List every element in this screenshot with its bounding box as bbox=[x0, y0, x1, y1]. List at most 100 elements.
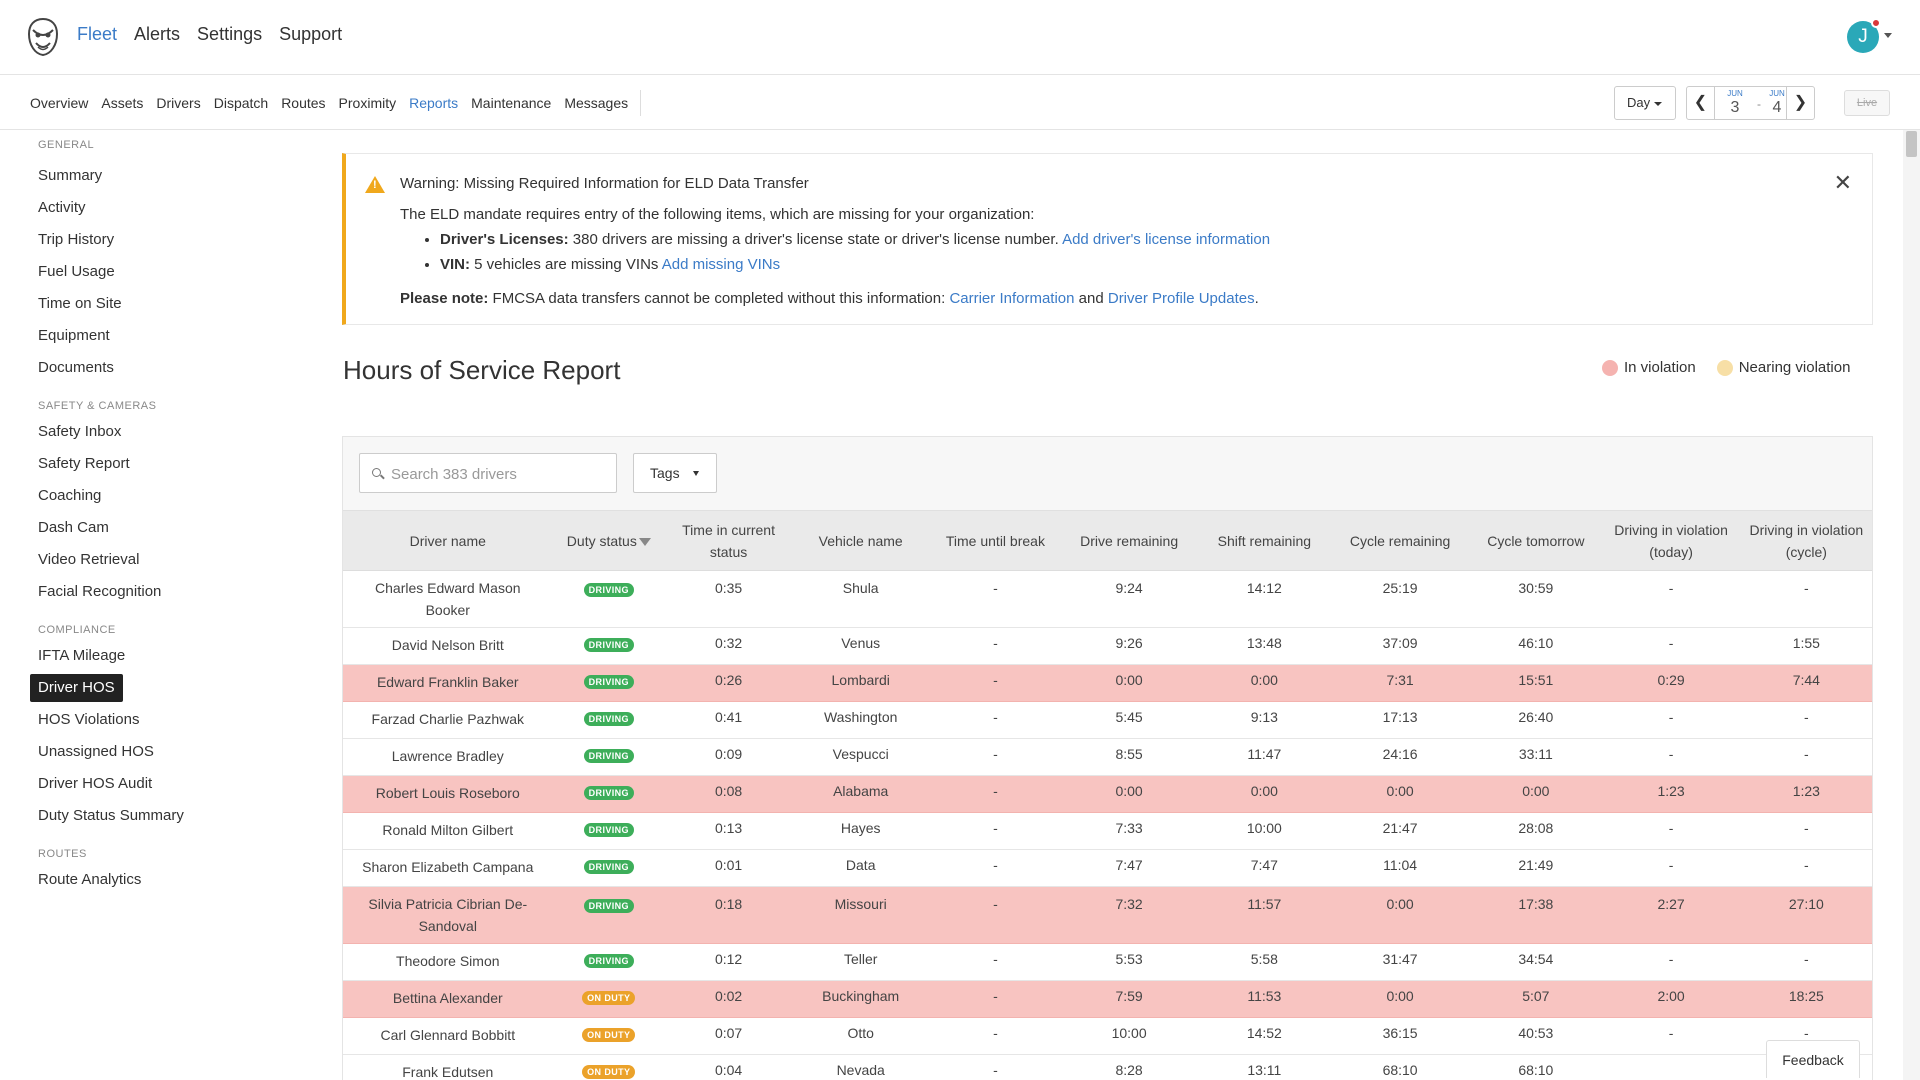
col-duty-status[interactable]: Duty status bbox=[552, 510, 666, 571]
chevron-right-icon[interactable]: ❯ bbox=[1786, 87, 1814, 119]
close-icon[interactable]: ✕ bbox=[1834, 172, 1852, 194]
sidebar-item-ifta-mileage[interactable]: IFTA Mileage bbox=[30, 640, 310, 672]
subnav-dispatch[interactable]: Dispatch bbox=[214, 95, 268, 111]
chevron-down-icon[interactable] bbox=[1884, 33, 1892, 38]
col-shift-remaining[interactable]: Shift remaining bbox=[1196, 510, 1332, 571]
subnav-overview[interactable]: Overview bbox=[30, 95, 88, 111]
sidebar-item-facial-recognition[interactable]: Facial Recognition bbox=[30, 576, 310, 608]
table-row[interactable]: Lawrence Bradley DRIVING 0:09 Vespucci -8:55… bbox=[343, 738, 1872, 776]
col-drive-remaining[interactable]: Drive remaining bbox=[1061, 510, 1197, 571]
sidebar-item-hos-violations[interactable]: HOS Violations bbox=[30, 704, 310, 736]
sidebar-item-time-on-site[interactable]: Time on Site bbox=[30, 288, 310, 320]
sidebar-item-activity[interactable]: Activity bbox=[30, 192, 310, 224]
cycle-remaining-cell: 0:00 bbox=[1331, 775, 1469, 813]
table-row[interactable]: Robert Louis Roseboro DRIVING 0:08 Alabama -… bbox=[343, 775, 1872, 813]
sidebar-item-safety-report[interactable]: Safety Report bbox=[30, 448, 310, 480]
driver-profile-link[interactable]: Driver Profile Updates bbox=[1108, 290, 1255, 307]
nav-settings[interactable]: Settings bbox=[197, 24, 262, 45]
col-vehicle-name[interactable]: Vehicle name bbox=[792, 510, 930, 571]
sidebar-item-duty-status-summary[interactable]: Duty Status Summary bbox=[30, 800, 310, 832]
sidebar-item-dash-cam[interactable]: Dash Cam bbox=[30, 512, 310, 544]
cycle-remaining-cell: 24:16 bbox=[1331, 738, 1469, 776]
col-time-until-break[interactable]: Time until break bbox=[929, 510, 1062, 571]
sidebar-item-equipment[interactable]: Equipment bbox=[30, 320, 310, 352]
live-button[interactable]: Live bbox=[1844, 90, 1890, 116]
vehicle-name-cell: Vespucci bbox=[792, 738, 930, 776]
sidebar-item-coaching[interactable]: Coaching bbox=[30, 480, 310, 512]
violation-cycle-cell: - bbox=[1738, 943, 1872, 981]
table-row[interactable]: Charles Edward Mason Booker DRIVING 0:35 Sh… bbox=[343, 570, 1872, 628]
subnav-assets[interactable]: Assets bbox=[101, 95, 143, 111]
date-from[interactable]: JUN 3 bbox=[1721, 89, 1749, 117]
sidebar-item-driver-hos[interactable]: Driver HOS bbox=[30, 674, 123, 702]
add-license-link[interactable]: Add driver's license information bbox=[1062, 231, 1270, 248]
table-row[interactable]: Frank Edutsen ON DUTY 0:04 Nevada -8:28 13:11… bbox=[343, 1054, 1872, 1080]
nav-support[interactable]: Support bbox=[279, 24, 342, 45]
subnav-proximity[interactable]: Proximity bbox=[339, 95, 397, 111]
sidebar-item-trip-history[interactable]: Trip History bbox=[30, 224, 310, 256]
sidebar-item-unassigned-hos[interactable]: Unassigned HOS bbox=[30, 736, 310, 768]
table-row[interactable]: Farzad Charlie Pazhwak DRIVING 0:41 Washing… bbox=[343, 701, 1872, 739]
driver-name-cell: Robert Louis Roseboro bbox=[343, 775, 553, 813]
sidebar-item-driver-hos-audit[interactable]: Driver HOS Audit bbox=[30, 768, 310, 800]
col-cycle-remaining[interactable]: Cycle remaining bbox=[1331, 510, 1469, 571]
search-input[interactable] bbox=[391, 463, 611, 485]
legend-nearing-violation: Nearing violation bbox=[1716, 359, 1850, 376]
sidebar-item-fuel-usage[interactable]: Fuel Usage bbox=[30, 256, 310, 288]
chevron-left-icon[interactable]: ❮ bbox=[1687, 87, 1715, 119]
table-row[interactable]: Silvia Patricia Cibrian De-Sandoval DRIVI… bbox=[343, 886, 1872, 944]
carrier-info-link[interactable]: Carrier Information bbox=[949, 290, 1074, 307]
tags-dropdown[interactable]: Tags bbox=[633, 453, 717, 493]
page-scrollbar[interactable] bbox=[1903, 130, 1920, 1080]
subnav-maintenance[interactable]: Maintenance bbox=[471, 95, 551, 111]
note-text: FMCSA data transfers cannot be completed… bbox=[488, 290, 950, 307]
note-and: and bbox=[1074, 290, 1108, 307]
caret-down-icon bbox=[1654, 101, 1663, 106]
table-row[interactable]: Theodore Simon DRIVING 0:12 Teller -5:53 5:58… bbox=[343, 943, 1872, 981]
drive-remaining-cell: 8:55 bbox=[1061, 738, 1197, 776]
cycle-tomorrow-cell: 30:59 bbox=[1468, 570, 1604, 628]
subnav-messages[interactable]: Messages bbox=[564, 95, 628, 111]
sidebar-item-route-analytics[interactable]: Route Analytics bbox=[30, 864, 310, 896]
table-row[interactable]: Sharon Elizabeth Campana DRIVING 0:01 Data -… bbox=[343, 849, 1872, 887]
sidebar-section-title: ROUTES bbox=[38, 848, 87, 860]
subnav-drivers[interactable]: Drivers bbox=[156, 95, 200, 111]
col-time-in-status[interactable]: Time in current status bbox=[665, 510, 793, 571]
cycle-tomorrow-cell: 21:49 bbox=[1468, 849, 1604, 887]
col-driver-name[interactable]: Driver name bbox=[343, 510, 553, 571]
table-row[interactable]: Edward Franklin Baker DRIVING 0:26 Lombardi… bbox=[343, 664, 1872, 702]
sidebar-item-documents[interactable]: Documents bbox=[30, 352, 310, 384]
scrollbar-thumb[interactable] bbox=[1906, 131, 1917, 157]
sort-down-icon[interactable] bbox=[638, 537, 651, 546]
table-row[interactable]: David Nelson Britt DRIVING 0:32 Venus -9:26 1… bbox=[343, 627, 1872, 665]
table-row[interactable]: Ronald Milton Gilbert DRIVING 0:13 Hayes -7:… bbox=[343, 812, 1872, 850]
sidebar-item-video-retrieval[interactable]: Video Retrieval bbox=[30, 544, 310, 576]
duty-status-cell: DRIVING bbox=[552, 886, 666, 944]
driver-search bbox=[359, 453, 617, 493]
main-nav: Fleet Alerts Settings Support bbox=[77, 24, 359, 45]
col-cycle-tomorrow[interactable]: Cycle tomorrow bbox=[1468, 510, 1604, 571]
col-violation-today[interactable]: Driving in violation (today) bbox=[1603, 510, 1739, 571]
cycle-tomorrow-cell: 17:38 bbox=[1468, 886, 1604, 944]
violation-cycle-cell: - bbox=[1738, 812, 1872, 850]
subnav-routes[interactable]: Routes bbox=[281, 95, 325, 111]
sidebar-item-summary[interactable]: Summary bbox=[30, 160, 310, 192]
violation-cycle-cell: - bbox=[1738, 738, 1872, 776]
duty-status-cell: DRIVING bbox=[552, 812, 666, 850]
col-violation-cycle[interactable]: Driving in violation (cycle) bbox=[1738, 510, 1872, 571]
table-row[interactable]: Bettina Alexander ON DUTY 0:02 Buckingham -7… bbox=[343, 980, 1872, 1018]
nav-fleet[interactable]: Fleet bbox=[77, 24, 117, 45]
nav-alerts[interactable]: Alerts bbox=[134, 24, 180, 45]
add-vins-link[interactable]: Add missing VINs bbox=[662, 256, 780, 273]
sub-header: Overview Assets Drivers Dispatch Routes … bbox=[0, 76, 1920, 130]
table-row[interactable]: Carl Glennard Bobbitt ON DUTY 0:07 Otto -10:… bbox=[343, 1017, 1872, 1055]
owl-logo-icon[interactable] bbox=[28, 18, 58, 56]
time-in-status-cell: 0:13 bbox=[665, 812, 793, 850]
sidebar-item-safety-inbox[interactable]: Safety Inbox bbox=[30, 416, 310, 448]
subnav-reports[interactable]: Reports bbox=[409, 95, 458, 111]
reports-sidebar: GENERAL Summary Activity Trip History Fu… bbox=[30, 130, 310, 896]
day-select[interactable]: Day bbox=[1614, 86, 1676, 120]
violation-legend: In violation Nearing violation bbox=[1602, 359, 1871, 376]
feedback-button[interactable]: Feedback bbox=[1766, 1040, 1860, 1078]
status-badge: DRIVING bbox=[583, 899, 634, 913]
